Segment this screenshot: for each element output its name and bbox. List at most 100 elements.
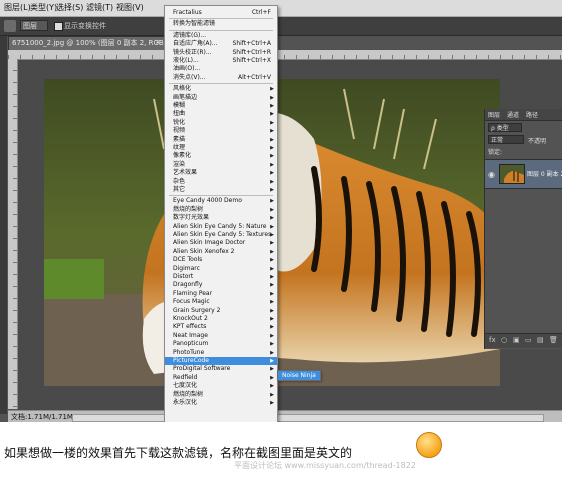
filter-menu-item[interactable]: 素描 ▶ xyxy=(165,136,277,144)
filter-menu-item[interactable]: 视频 ▶ xyxy=(165,127,277,135)
filter-menu-item[interactable]: 自适应广角(A)... Shift+Ctrl+A xyxy=(165,40,277,48)
auto-select-dropdown[interactable]: 图层 xyxy=(20,20,48,31)
visibility-eye-icon[interactable]: ◉ xyxy=(488,170,495,179)
filter-menu-item[interactable]: 画笔描边 ▶ xyxy=(165,94,277,102)
filter-menu-item[interactable]: PhotoTune ▶ xyxy=(165,349,277,357)
filter-menu-item[interactable]: KPT effects ▶ xyxy=(165,323,277,331)
filter-menu-item-label: Alien Skin Eye Candy 5: Textures xyxy=(173,231,272,238)
filter-menu-item[interactable]: Alien Skin Eye Candy 5: Nature ▶ xyxy=(165,223,277,231)
filter-menu-item[interactable]: PictureCode ▶ xyxy=(165,357,277,365)
filter-menu-shortcut: Shift+Ctrl+A xyxy=(232,40,271,48)
filter-menu: Fractalius Ctrl+F 转换为智能滤镜 滤镜库(G)... 自适应广角(A)… xyxy=(164,5,278,422)
filter-menu-item[interactable]: 油画(O)... xyxy=(165,65,277,73)
filter-menu-item[interactable]: Dragonfly ▶ xyxy=(165,281,277,289)
filter-menu-item[interactable]: 液化(L)... Shift+Ctrl+X xyxy=(165,57,277,65)
opacity-label: 不透明 xyxy=(528,138,547,145)
document-tab[interactable]: 6751000_2.jpg @ 100% (图层 0 副本 2, RGB/8#)… xyxy=(8,36,185,50)
filter-menu-item[interactable]: 消失点(V)... Alt+Ctrl+V xyxy=(165,74,277,82)
filter-menu-item[interactable]: Neat Image ▶ xyxy=(165,332,277,340)
filter-menu-item[interactable]: Fractalius Ctrl+F xyxy=(165,9,277,17)
filter-menu-item[interactable]: 像素化 ▶ xyxy=(165,152,277,160)
canvas-area[interactable] xyxy=(18,60,562,410)
menu-view[interactable]: 视图(V) xyxy=(116,2,144,13)
filter-menu-item[interactable]: 锐化 ▶ xyxy=(165,119,277,127)
filter-menu-item[interactable]: Focus Magic ▶ xyxy=(165,298,277,306)
submenu-arrow-icon: ▶ xyxy=(270,299,274,306)
trash-icon[interactable]: 🗑 xyxy=(549,336,558,344)
filter-menu-item[interactable]: ProDigital Software ▶ xyxy=(165,365,277,373)
show-transform-label: 显示变换控件 xyxy=(64,22,106,30)
layer-row[interactable]: ◉ 图层 0 副本 2 xyxy=(485,159,562,189)
layer-name: 图层 0 副本 2 xyxy=(527,171,562,178)
filter-menu-item[interactable]: 数字灯光效果 ▶ xyxy=(165,214,277,222)
menu-select[interactable]: 选择(S) xyxy=(56,2,83,13)
filter-menu-item-label: Panopticum xyxy=(173,340,209,348)
filter-menu-item-label: Digimarc xyxy=(173,264,200,272)
submenu-arrow-icon: ▶ xyxy=(270,240,274,247)
fx-icon[interactable]: fx xyxy=(489,336,496,344)
submenu-arrow-icon: ▶ xyxy=(270,223,274,230)
filter-menu-item[interactable]: 艺术效果 ▶ xyxy=(165,169,277,177)
filter-menu-item[interactable]: Alien Skin Eye Candy 5: Textures ▶ xyxy=(165,231,277,239)
submenu-arrow-icon: ▶ xyxy=(270,358,274,364)
folder-icon[interactable]: ▭ xyxy=(525,336,532,344)
new-layer-icon[interactable]: ▤ xyxy=(537,336,544,344)
layer-kind-filter[interactable]: ρ 类型 xyxy=(488,123,522,132)
submenu-arrow-icon: ▶ xyxy=(270,161,274,168)
blend-row: 正常 不透明 xyxy=(488,135,560,145)
filter-menu-item[interactable]: KnockOut 2 ▶ xyxy=(165,315,277,323)
filter-menu-item[interactable]: 滤镜库(G)... xyxy=(165,32,277,40)
filter-menu-item[interactable]: 渲染 ▶ xyxy=(165,161,277,169)
tab-layers[interactable]: 图层 xyxy=(488,110,500,119)
move-tool-icon[interactable] xyxy=(4,20,16,32)
picturecode-submenu[interactable]: Noise Ninja xyxy=(277,370,321,381)
menu-bar: 图层(L) 类型(Y) 选择(S) 滤镜(T) 视图(V) xyxy=(0,0,562,17)
filter-menu-item-label: Flaming Pear xyxy=(173,289,213,297)
filter-menu-item[interactable]: Grain Surgery 2 ▶ xyxy=(165,307,277,315)
smiley-emoji-icon xyxy=(416,432,442,458)
submenu-arrow-icon: ▶ xyxy=(270,170,274,177)
filter-menu-shortcut: Shift+Ctrl+R xyxy=(232,48,271,56)
show-transform-checkbox[interactable] xyxy=(54,22,63,31)
filter-menu-item-label: Neat Image xyxy=(173,331,208,339)
submenu-arrow-icon: ▶ xyxy=(270,290,274,297)
mask-icon[interactable]: ○ xyxy=(501,336,507,344)
filter-menu-item[interactable]: 七度汉化 ▶ xyxy=(165,382,277,390)
doc-size: 文档:1.71M/1.71M xyxy=(11,413,73,421)
submenu-item-noise-ninja[interactable]: Noise Ninja xyxy=(282,371,316,380)
filter-menu-item[interactable]: Alien Skin Xenofex 2 ▶ xyxy=(165,248,277,256)
filter-menu-item[interactable]: 纹理 ▶ xyxy=(165,144,277,152)
filter-menu-item[interactable]: 杂色 ▶ xyxy=(165,178,277,186)
tab-paths[interactable]: 路径 xyxy=(526,110,538,119)
close-tab-icon[interactable]: × xyxy=(155,38,161,46)
filter-menu-item[interactable]: Eye Candy 4000 Demo ▶ xyxy=(165,197,277,205)
filter-menu-item[interactable]: 永乐汉化 ▶ xyxy=(165,399,277,407)
filter-menu-item[interactable]: 镜头校正(R)... Shift+Ctrl+R xyxy=(165,49,277,57)
filter-menu-item-label: 自适应广角(A)... xyxy=(173,40,218,48)
filter-menu-item-label: 液化(L)... xyxy=(173,57,199,64)
blend-mode-select[interactable]: 正常 xyxy=(488,135,524,144)
tab-channels[interactable]: 通道 xyxy=(507,110,519,119)
filter-menu-item[interactable]: Digimarc ▶ xyxy=(165,265,277,273)
filter-menu-item[interactable]: 模糊 ▶ xyxy=(165,102,277,110)
filter-menu-item[interactable]: 其它 ▶ xyxy=(165,186,277,194)
filter-menu-item-label: 杂色 xyxy=(173,177,186,185)
filter-menu-item[interactable]: 燃烧的梨树 ▶ xyxy=(165,391,277,399)
submenu-arrow-icon: ▶ xyxy=(270,391,274,398)
filter-menu-item[interactable]: 转换为智能滤镜 xyxy=(165,20,277,28)
filter-menu-item[interactable]: Alien Skin Image Doctor ▶ xyxy=(165,239,277,247)
filter-menu-item[interactable]: DCE Tools ▶ xyxy=(165,256,277,264)
menu-filter[interactable]: 滤镜(T) xyxy=(86,2,113,13)
filter-menu-item[interactable]: 风格化 ▶ xyxy=(165,85,277,93)
menu-layer[interactable]: 图层(L) xyxy=(4,2,31,13)
horizontal-scrollbar[interactable] xyxy=(72,414,544,422)
filter-menu-item[interactable]: Panopticum ▶ xyxy=(165,340,277,348)
adjustment-icon[interactable]: ▣ xyxy=(513,336,520,344)
submenu-arrow-icon: ▶ xyxy=(270,232,274,238)
filter-menu-item[interactable]: 燃烧的梨树 ▶ xyxy=(165,206,277,214)
filter-menu-item[interactable]: Flaming Pear ▶ xyxy=(165,290,277,298)
filter-menu-item[interactable]: Distort ▶ xyxy=(165,273,277,281)
menu-type[interactable]: 类型(Y) xyxy=(30,2,57,13)
filter-menu-item[interactable]: Redfield ▶ xyxy=(165,374,277,382)
filter-menu-item[interactable]: 扭曲 ▶ xyxy=(165,110,277,118)
